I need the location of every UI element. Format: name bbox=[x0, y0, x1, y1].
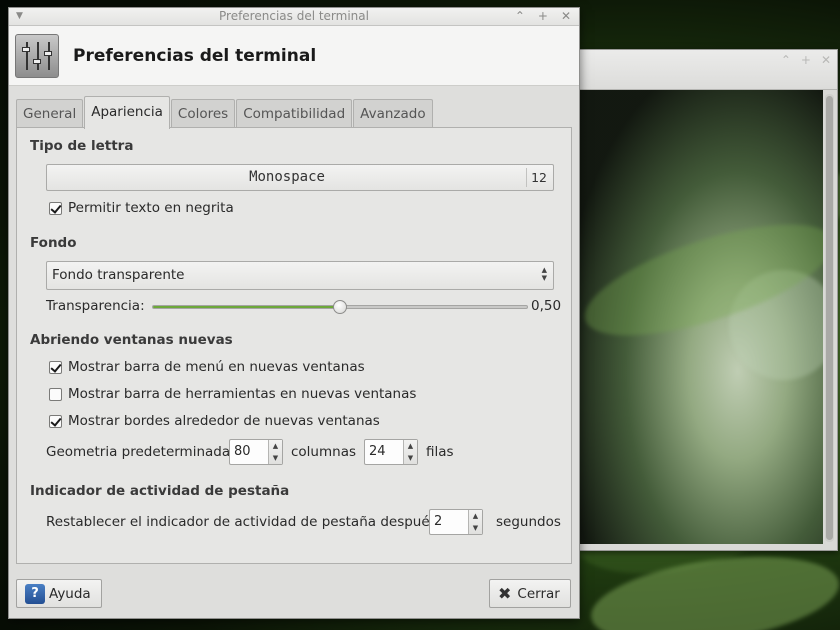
tab-colores[interactable]: Colores bbox=[170, 99, 236, 128]
window-title: Preferencias del terminal bbox=[219, 9, 369, 23]
activity-section-heading: Indicador de actividad de pestaña bbox=[30, 483, 290, 499]
activity-seconds-spinbox[interactable]: 2 ▲ ▼ bbox=[429, 509, 483, 535]
show-menubar-checkbox[interactable]: Mostrar barra de menú en nuevas ventanas bbox=[49, 359, 365, 375]
dialog-header-title: Preferencias del terminal bbox=[73, 45, 317, 66]
help-icon: ? bbox=[25, 583, 45, 604]
spin-up-icon[interactable]: ▲ bbox=[469, 510, 482, 522]
tab-apariencia[interactable]: Apariencia bbox=[84, 96, 170, 129]
rows-spinbox[interactable]: 24 ▲ ▼ bbox=[364, 439, 418, 465]
activity-seconds-value[interactable]: 2 bbox=[434, 514, 442, 529]
tab-avanzado[interactable]: Avanzado bbox=[353, 99, 433, 128]
columns-spinbox[interactable]: 80 ▲ ▼ bbox=[229, 439, 283, 465]
dialog-header: Preferencias del terminal bbox=[9, 26, 579, 86]
show-toolbar-label: Mostrar barra de herramientas en nuevas … bbox=[68, 386, 417, 402]
help-button[interactable]: ? Ayuda bbox=[16, 579, 102, 608]
checkbox-unchecked-icon[interactable] bbox=[49, 387, 62, 401]
slider-handle[interactable] bbox=[333, 300, 347, 314]
close-icon[interactable]: ✕ bbox=[821, 53, 831, 67]
spin-down-icon[interactable]: ▼ bbox=[404, 452, 417, 464]
combo-arrows-icon: ▲ ▼ bbox=[541, 266, 547, 282]
background-type-value: Fondo transparente bbox=[52, 267, 185, 283]
terminal-area[interactable] bbox=[579, 90, 823, 544]
window-menu-icon[interactable]: ▼ bbox=[16, 8, 23, 25]
tab-bar: General Apariencia Colores Compatibilida… bbox=[16, 96, 434, 129]
show-menubar-label: Mostrar barra de menú en nuevas ventanas bbox=[68, 359, 365, 375]
font-name: Monospace bbox=[249, 169, 325, 185]
font-chooser-button[interactable]: Monospace 12 bbox=[46, 164, 554, 191]
close-button-label: Cerrar bbox=[517, 585, 560, 602]
checkbox-checked-icon[interactable] bbox=[49, 360, 62, 374]
background-section-heading: Fondo bbox=[30, 235, 77, 251]
terminal-window-controls: ⌃ + ✕ bbox=[781, 53, 831, 67]
spin-up-icon[interactable]: ▲ bbox=[404, 440, 417, 452]
maximize-icon[interactable]: + bbox=[801, 53, 811, 67]
transparency-label: Transparencia: bbox=[46, 298, 145, 314]
font-section-heading: Tipo de lettra bbox=[30, 138, 134, 154]
font-button-divider bbox=[526, 168, 527, 187]
tab-compatibilidad[interactable]: Compatibilidad bbox=[236, 99, 353, 128]
background-terminal-window[interactable]: ⌃ + ✕ bbox=[578, 49, 838, 551]
tab-general[interactable]: General bbox=[16, 99, 84, 128]
bold-text-label: Permitir texto en negrita bbox=[68, 200, 234, 216]
show-toolbar-checkbox[interactable]: Mostrar barra de herramientas en nuevas … bbox=[49, 386, 416, 402]
minimize-icon[interactable]: ⌃ bbox=[515, 8, 525, 25]
close-button[interactable]: ✖ Cerrar bbox=[489, 579, 571, 608]
activity-unit-label: segundos bbox=[496, 514, 561, 530]
activity-reset-label: Restablecer el indicador de actividad de… bbox=[46, 514, 458, 530]
spin-down-icon[interactable]: ▼ bbox=[269, 452, 282, 464]
rows-label: filas bbox=[426, 444, 454, 460]
columns-value[interactable]: 80 bbox=[234, 444, 251, 459]
scrollbar-thumb[interactable] bbox=[826, 96, 833, 540]
help-button-label: Ayuda bbox=[49, 585, 91, 602]
spin-buttons[interactable]: ▲ ▼ bbox=[403, 440, 417, 464]
geometry-label: Geometria predeterminada: bbox=[46, 444, 235, 460]
checkbox-checked-icon[interactable] bbox=[49, 414, 62, 428]
preferences-sliders-icon bbox=[15, 33, 59, 78]
spin-buttons[interactable]: ▲ ▼ bbox=[268, 440, 282, 464]
show-borders-label: Mostrar bordes alrededor de nuevas venta… bbox=[68, 413, 380, 429]
spin-down-icon[interactable]: ▼ bbox=[469, 522, 482, 534]
new-windows-section-heading: Abriendo ventanas nuevas bbox=[30, 332, 233, 348]
checkbox-checked-icon[interactable] bbox=[49, 201, 62, 215]
bold-text-checkbox[interactable]: Permitir texto en negrita bbox=[49, 200, 234, 216]
transparency-value: 0,50 bbox=[531, 298, 562, 314]
font-size: 12 bbox=[531, 170, 547, 185]
background-type-select[interactable]: Fondo transparente ▲ ▼ bbox=[46, 261, 554, 290]
maximize-icon[interactable]: + bbox=[538, 8, 548, 25]
appearance-panel: Tipo de lettra Monospace 12 Permitir tex… bbox=[16, 127, 572, 564]
transparency-slider[interactable] bbox=[152, 300, 528, 314]
preferences-dialog: ▼ Preferencias del terminal ⌃ + ✕ Prefer… bbox=[8, 7, 580, 619]
terminal-titlebar[interactable]: ⌃ + ✕ bbox=[579, 50, 837, 90]
close-x-icon: ✖ bbox=[498, 584, 512, 603]
rows-value[interactable]: 24 bbox=[369, 444, 386, 459]
show-borders-checkbox[interactable]: Mostrar bordes alrededor de nuevas venta… bbox=[49, 413, 380, 429]
columns-label: columnas bbox=[291, 444, 357, 460]
spin-buttons[interactable]: ▲ ▼ bbox=[468, 510, 482, 534]
slider-fill bbox=[153, 306, 340, 308]
minimize-icon[interactable]: ⌃ bbox=[781, 53, 791, 67]
close-icon[interactable]: ✕ bbox=[561, 8, 571, 25]
terminal-scrollbar[interactable] bbox=[825, 94, 834, 542]
window-controls: ⌃ + ✕ bbox=[515, 8, 571, 25]
spin-up-icon[interactable]: ▲ bbox=[269, 440, 282, 452]
dialog-titlebar[interactable]: ▼ Preferencias del terminal ⌃ + ✕ bbox=[9, 8, 579, 26]
